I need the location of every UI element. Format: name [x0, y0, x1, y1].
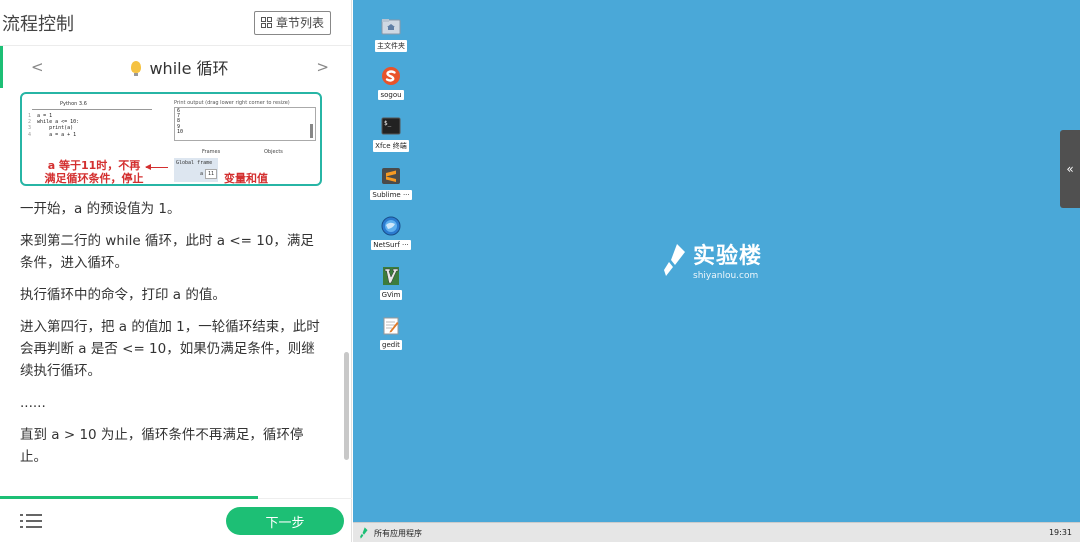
paragraph: 来到第二行的 while 循环，此时 a <= 10，满足条件，进入循环。 — [20, 233, 314, 271]
progress-bar — [0, 496, 258, 499]
desktop-icon-sogou[interactable]: sogou — [367, 64, 415, 114]
objects-label: Objects — [264, 149, 283, 155]
course-panel: 流程控制 章节列表 < while 循环 > Python 3.6 1 a = … — [0, 0, 352, 542]
code-visualization-image: Python 3.6 1 a = 1 2 while a <= 10: 3 prin… — [20, 92, 322, 186]
shiyanlou-logo: 实验楼 shiyanlou.com — [663, 238, 762, 281]
clock: 19:31 — [1048, 528, 1072, 537]
code-listing: 1 a = 12 while a <= 10: 3 print(a) 4 a = a… — [28, 113, 79, 138]
shiyanlou-small-icon — [360, 527, 368, 539]
variable-name: a — [200, 171, 204, 177]
lesson-title: while 循环 — [131, 55, 229, 79]
desktop-icon-gvim[interactable]: GVim — [367, 264, 415, 314]
terminal-icon: $_ — [381, 117, 401, 135]
paragraph: 直到 a > 10 为止，循环条件不再满足，循环停止。 — [20, 427, 304, 465]
output-scrollbar — [310, 124, 313, 138]
grid-icon — [260, 17, 272, 28]
lesson-content[interactable]: Python 3.6 1 a = 1 2 while a <= 10: 3 prin… — [0, 88, 338, 496]
code-text: while a <= 10: — [37, 119, 80, 126]
globe-icon — [381, 216, 401, 236]
sublime-icon — [382, 168, 400, 184]
annotation-stop-condition: a 等于11时，不再 满足循环条件，停止 — [36, 159, 152, 185]
prev-lesson-button[interactable]: < — [31, 58, 44, 76]
python-version: Python 3.6 — [60, 101, 87, 107]
variable-value: 11 — [205, 169, 218, 179]
next-lesson-button[interactable]: > — [316, 58, 329, 76]
desktop-icon-label: Xfce 终端 — [373, 140, 409, 152]
panel-header: 流程控制 章节列表 — [0, 0, 351, 46]
line-number: 3 — [28, 125, 32, 132]
chapter-list-button[interactable]: 章节列表 — [253, 10, 331, 35]
global-frame-label: Global frame — [176, 160, 213, 166]
line-number: 2 — [28, 119, 32, 126]
applications-menu-label: 所有应用程序 — [374, 528, 422, 538]
desktop-icon-label: 主文件夹 — [375, 40, 407, 52]
lightbulb-icon — [131, 61, 142, 76]
shiyanlou-logo-icon — [664, 243, 685, 276]
code-text: a = a + 1 — [37, 131, 77, 138]
logo-text-en: shiyanlou.com — [693, 271, 759, 281]
annotation-variables: 变量和值 — [224, 172, 268, 185]
content-scrollbar[interactable] — [344, 352, 349, 460]
desktop-icon-netsurf[interactable]: NetSurf ··· — [367, 214, 415, 264]
taskbar: 所有应用程序 19:31 — [353, 522, 1080, 542]
sogou-icon — [382, 67, 400, 85]
applications-menu-button[interactable]: 所有应用程序 — [359, 527, 422, 539]
page-title: 流程控制 — [2, 13, 74, 35]
desktop-icon-label: NetSurf ··· — [371, 240, 411, 250]
remote-desktop[interactable]: 主文件夹 sogou $_ Xfce 终端 Sublime ··· NetSur… — [353, 0, 1080, 542]
vim-icon — [383, 267, 399, 285]
desktop-icon-sublime[interactable]: Sublime ··· — [367, 164, 415, 214]
line-number: 4 — [28, 131, 32, 138]
desktop-icon-gedit[interactable]: gedit — [367, 314, 415, 364]
desktop-icon-label: gedit — [380, 340, 402, 350]
line-number: 1 — [28, 113, 32, 119]
text-editor-icon — [383, 317, 399, 335]
print-output-box: 6 7 8 9 10 — [174, 107, 316, 141]
logo-text-cn: 实验楼 — [693, 244, 763, 269]
annotation-line-1: a 等于11时，不再 — [47, 159, 141, 172]
paragraph: 进入第四行，把 a 的值加 1，一轮循环结束，此时会再判断 a 是否 <= 10… — [20, 319, 320, 379]
desktop-icon-label: Sublime ··· — [370, 190, 412, 200]
print-output-label: Print output (drag lower right corner to… — [174, 100, 290, 106]
code-text: print(a) — [37, 125, 74, 132]
desktop-icons: 主文件夹 sogou $_ Xfce 终端 Sublime ··· NetSur… — [367, 14, 415, 364]
divider — [32, 109, 152, 110]
global-frame: Global frame a 11 — [174, 158, 218, 182]
desktop-icon-label: sogou — [378, 90, 404, 100]
code-text: a = 1 — [37, 113, 53, 119]
paragraph: ...... — [20, 395, 46, 411]
lesson-title-text: while 循环 — [149, 59, 229, 78]
home-folder-icon — [381, 19, 401, 35]
chapter-list-label: 章节列表 — [275, 16, 324, 30]
svg-text:$_: $_ — [384, 120, 392, 127]
code-line: 4 a = a + 1 — [28, 132, 79, 138]
paragraph: 一开始，a 的预设值为 1。 — [20, 201, 181, 217]
desktop-icon-home[interactable]: 主文件夹 — [367, 14, 415, 64]
annotation-line-2: 满足循环条件，停止 — [44, 172, 144, 185]
panel-footer: 下一步 — [0, 496, 352, 542]
lesson-nav: < while 循环 > — [0, 46, 351, 88]
print-output-text: 6 7 8 9 10 — [177, 108, 184, 135]
paragraph: 执行循环中的命令，打印 a 的值。 — [20, 287, 226, 303]
arrow-left-icon — [145, 164, 168, 170]
frames-label: Frames — [202, 149, 221, 155]
list-icon[interactable] — [20, 513, 42, 529]
next-step-button[interactable]: 下一步 — [226, 507, 344, 535]
desktop-icon-label: GVim — [379, 290, 403, 300]
collapse-panel-button[interactable]: « — [1060, 130, 1080, 208]
desktop-icon-terminal[interactable]: $_ Xfce 终端 — [367, 114, 415, 164]
